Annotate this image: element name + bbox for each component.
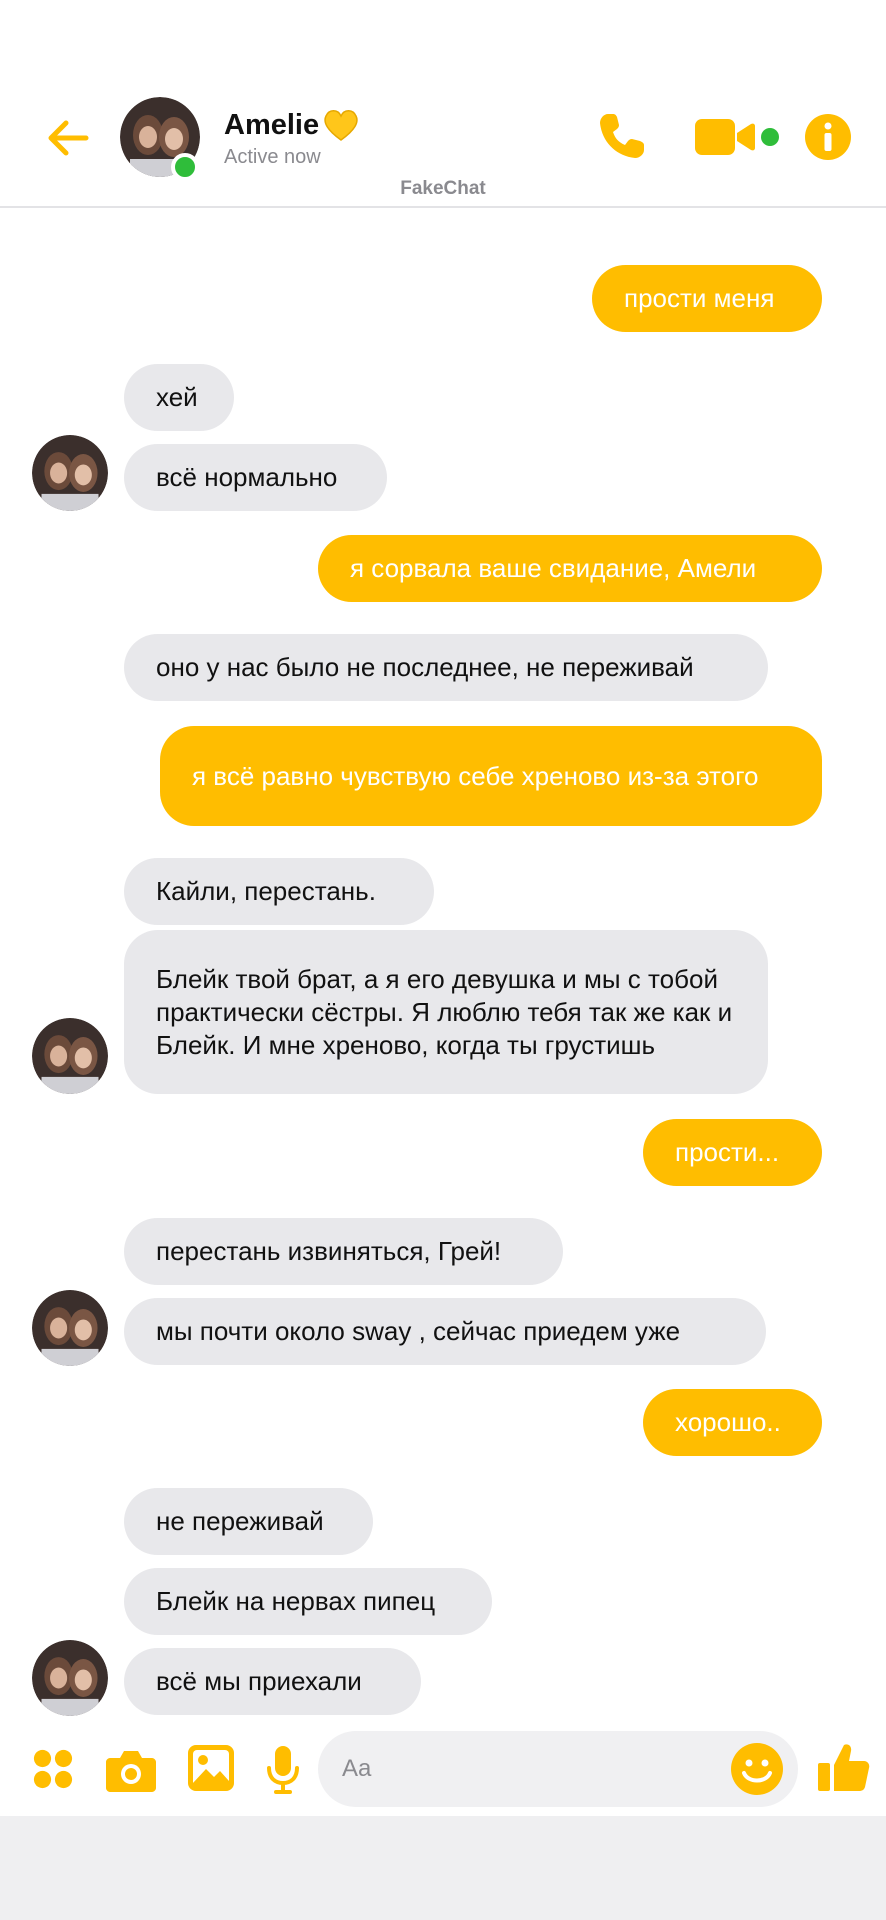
- message-incoming[interactable]: всё мы приехали: [124, 1648, 421, 1715]
- contact-avatar-small[interactable]: [32, 1290, 108, 1366]
- message-incoming[interactable]: оно у нас было не последнее, не пережива…: [124, 634, 768, 701]
- message-incoming[interactable]: перестань извиняться, Грей!: [124, 1218, 563, 1285]
- yellow-heart-icon: [324, 110, 358, 141]
- video-call-icon[interactable]: [695, 116, 755, 158]
- contact-name-text: Amelie: [224, 108, 320, 141]
- bottom-system-bar: [0, 1816, 886, 1920]
- message-incoming[interactable]: Кайли, перестань.: [124, 858, 434, 925]
- message-outgoing[interactable]: я всё равно чувствую себе хреново из-за …: [160, 726, 822, 826]
- gallery-icon[interactable]: [188, 1745, 234, 1791]
- message-outgoing[interactable]: прости меня: [592, 265, 822, 332]
- video-active-indicator: [761, 128, 779, 146]
- contact-avatar-small[interactable]: [32, 1640, 108, 1716]
- microphone-icon[interactable]: [266, 1746, 300, 1794]
- online-indicator: [171, 153, 199, 181]
- contact-name[interactable]: Amelie: [224, 108, 359, 142]
- message-outgoing[interactable]: я сорвала ваше свидание, Амели: [318, 535, 822, 602]
- thumbs-up-icon[interactable]: [818, 1741, 870, 1793]
- chat-header: Amelie Active now FakeChat: [0, 0, 886, 208]
- phone-call-icon[interactable]: [594, 110, 648, 164]
- active-status: Active now: [224, 146, 321, 168]
- message-incoming[interactable]: хей: [124, 364, 234, 431]
- message-incoming[interactable]: не переживай: [124, 1488, 373, 1555]
- message-incoming[interactable]: Блейк твой брат, а я его девушка и мы с …: [124, 930, 768, 1094]
- message-outgoing[interactable]: хорошо..: [643, 1389, 822, 1456]
- watermark: FakeChat: [400, 178, 486, 199]
- back-arrow-icon[interactable]: [40, 110, 96, 166]
- message-input-wrapper: [318, 1731, 798, 1807]
- info-icon[interactable]: [804, 113, 852, 161]
- apps-icon[interactable]: [32, 1748, 74, 1790]
- message-outgoing[interactable]: прости...: [643, 1119, 822, 1186]
- message-incoming[interactable]: Блейк на нервах пипец: [124, 1568, 492, 1635]
- message-input[interactable]: [342, 1749, 722, 1789]
- contact-avatar-small[interactable]: [32, 435, 108, 511]
- emoji-icon[interactable]: [730, 1742, 784, 1796]
- contact-avatar-small[interactable]: [32, 1018, 108, 1094]
- camera-icon[interactable]: [106, 1748, 156, 1792]
- message-incoming[interactable]: мы почти около sway , сейчас приедем уже: [124, 1298, 766, 1365]
- message-incoming[interactable]: всё нормально: [124, 444, 387, 511]
